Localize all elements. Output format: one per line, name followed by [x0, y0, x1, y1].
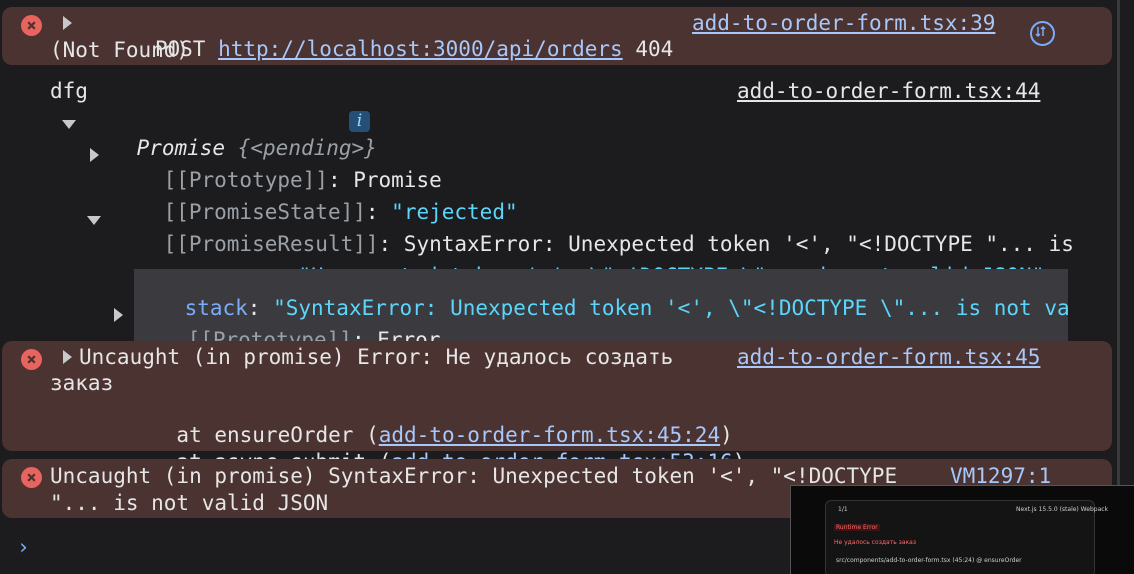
expand-triangle-icon[interactable] [114, 308, 123, 322]
overlay-frame: src/components/add-to-order-form.tsx (45… [836, 557, 1022, 564]
network-request-icon[interactable] [1030, 21, 1055, 46]
nextjs-error-overlay: 1/1 Next.js 15.5.0 (stale) Webpack Runti… [825, 500, 1108, 574]
log-text: dfg [50, 79, 88, 103]
expand-triangle-icon[interactable] [90, 148, 99, 162]
devtools-console: POST http://localhost:3000/api/orders 40… [0, 0, 1134, 574]
collapse-triangle-icon[interactable] [87, 216, 101, 225]
console-prompt-icon[interactable]: › [17, 534, 30, 560]
uncaught-error-message: Uncaught (in promise) Error: Не удалось … [2, 341, 1112, 474]
request-url-link[interactable]: http://localhost:3000/api/orders [218, 37, 623, 61]
fetch-error-message: POST http://localhost:3000/api/orders 40… [2, 7, 1112, 65]
error-icon [21, 15, 42, 36]
error-text-line1: Uncaught (in promise) Error: Не удалось … [79, 345, 674, 369]
expand-triangle-icon[interactable] [63, 350, 72, 364]
overlay-error-message: Не удалось создать заказ [834, 539, 917, 546]
error-icon [21, 467, 42, 488]
info-icon[interactable]: i [349, 111, 370, 132]
error-icon [21, 349, 42, 370]
overlay-error-type: Runtime Error [834, 524, 880, 531]
page-preview-thumbnail: 1/1 Next.js 15.5.0 (stale) Webpack Runti… [790, 485, 1134, 574]
source-link[interactable]: add-to-order-form.tsx:45 [737, 344, 1040, 370]
error-text-line2: "... is not valid JSON [50, 491, 329, 515]
source-link[interactable]: add-to-order-form.tsx:39 [692, 10, 995, 36]
error-text-line1: Uncaught (in promise) SyntaxError: Unexp… [50, 464, 898, 488]
overlay-pager: 1/1 [838, 506, 848, 513]
status-text: (Not Found) [50, 38, 190, 62]
collapse-triangle-icon[interactable] [62, 120, 76, 129]
source-link[interactable]: add-to-order-form.tsx:44 [737, 78, 1040, 104]
expand-triangle-icon[interactable] [63, 16, 72, 30]
status-code: 404 [635, 37, 674, 61]
error-text-line2: заказ [50, 371, 114, 395]
overlay-framework: Next.js 15.5.0 (stale) Webpack [1016, 506, 1109, 513]
